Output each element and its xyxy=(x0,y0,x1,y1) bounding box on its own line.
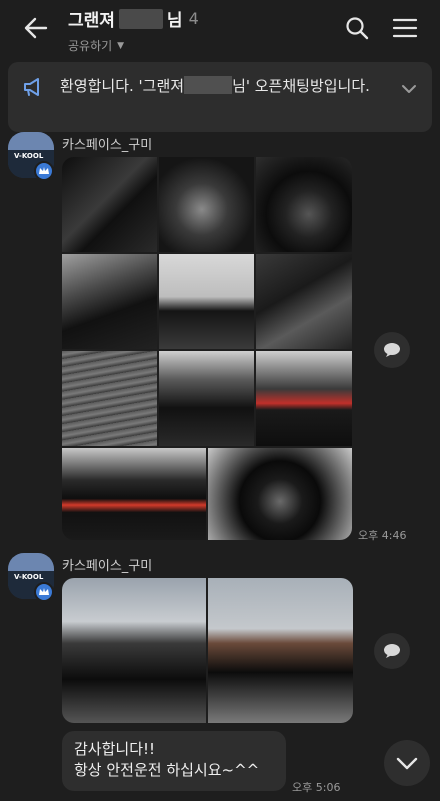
chat-title-prefix: 그랜져 xyxy=(68,11,115,31)
speech-bubble-icon xyxy=(384,644,400,658)
crown-icon xyxy=(34,161,54,181)
sender-name: 카스페이스_구미 xyxy=(62,559,153,574)
chat-title-area[interactable]: 그랜져 님 4 공유하기 ▼ xyxy=(68,6,199,54)
member-count: 4 xyxy=(188,9,199,28)
reply-button[interactable] xyxy=(374,332,410,368)
share-dropdown[interactable]: 공유하기 ▼ xyxy=(68,37,199,54)
scroll-down-button[interactable] xyxy=(384,740,430,786)
message-line: 항상 안전운전 하십시요~^^ xyxy=(74,761,260,779)
photo[interactable] xyxy=(256,351,352,446)
chat-header: 그랜져 님 4 공유하기 ▼ xyxy=(0,0,440,58)
photo[interactable] xyxy=(62,351,157,446)
photo[interactable] xyxy=(256,157,352,252)
notice-banner[interactable]: 환영합니다. '그랜져 님' 오픈채팅방입니다. xyxy=(8,62,432,132)
notice-text-after: 님' 오픈채팅방입니다. xyxy=(232,77,370,95)
search-icon[interactable] xyxy=(344,15,370,41)
share-label: 공유하기 xyxy=(68,39,113,53)
photo[interactable] xyxy=(62,578,206,723)
redacted-name xyxy=(118,8,163,29)
photo[interactable] xyxy=(62,157,157,252)
photo[interactable] xyxy=(62,254,157,349)
notice-text-before: 환영합니다. '그랜져 xyxy=(60,77,185,95)
photo[interactable] xyxy=(159,157,254,252)
back-arrow-icon[interactable] xyxy=(22,14,50,42)
sender-name: 카스페이스_구미 xyxy=(62,138,153,153)
redacted-name xyxy=(184,76,233,94)
speech-bubble-icon xyxy=(384,343,400,357)
photo[interactable] xyxy=(62,448,206,540)
avatar-sign: V-KOOL xyxy=(14,152,44,160)
chat-title-suffix: 님 xyxy=(166,11,183,31)
chat-title: 그랜져 님 4 xyxy=(68,6,199,31)
crown-icon xyxy=(34,582,54,602)
reply-button[interactable] xyxy=(374,633,410,669)
photo[interactable] xyxy=(159,351,254,446)
avatar-sign: V-KOOL xyxy=(14,573,44,581)
chevron-down-icon[interactable] xyxy=(400,80,418,98)
message-time: 오후 5:06 xyxy=(292,781,341,794)
menu-icon[interactable] xyxy=(392,15,418,41)
caret-down-icon: ▼ xyxy=(117,40,125,51)
message-bubble[interactable]: 감사합니다!! 항상 안전운전 하십시요~^^ xyxy=(62,731,286,791)
photo[interactable] xyxy=(208,448,352,540)
message-line: 감사합니다!! xyxy=(74,740,156,758)
megaphone-icon xyxy=(24,78,39,96)
photo[interactable] xyxy=(208,578,353,723)
chevron-down-icon xyxy=(396,757,418,770)
photo[interactable] xyxy=(159,254,254,349)
message-time: 오후 4:46 xyxy=(358,529,407,542)
notice-text: 환영합니다. '그랜져 님' 오픈채팅방입니다. xyxy=(60,75,400,97)
photo[interactable] xyxy=(256,254,352,349)
